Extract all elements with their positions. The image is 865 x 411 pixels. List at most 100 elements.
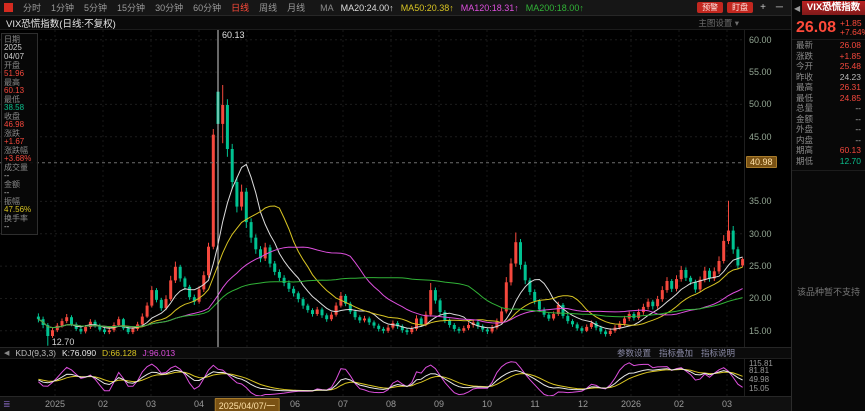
kdj-tick-label: 49.98 [749, 374, 770, 384]
period-tab[interactable]: 分时 [18, 1, 46, 14]
kdj-link[interactable]: 指标说明 [701, 347, 735, 359]
symbol-title: VIX恐慌指数(日线:不复权) [6, 18, 116, 30]
trading-app-window: 分时 1分钟 5分钟 15分钟 30分钟 60分钟 日线 周线 月线 MA MA20:24.00… [0, 0, 865, 411]
quote-stat-label: 最低 [796, 92, 814, 103]
period-tab[interactable]: 日线 [226, 1, 254, 14]
quote-stat-row: 涨跌 +1.85 [792, 51, 865, 62]
quote-stat-value: 26.08 [839, 40, 861, 50]
quote-panel: ◀ VIX恐慌指数 26.08 +1.85 +7.64% 最新 26.08 涨跌 +1… [792, 0, 865, 411]
svg-text:60.13: 60.13 [222, 30, 245, 40]
candlestick-chart[interactable]: 60.13 12.70 [0, 30, 745, 347]
info-row: 振幅 47.56% [4, 198, 35, 214]
period-tab[interactable]: 60分钟 [188, 1, 226, 14]
kdj-link[interactable]: 参数设置 [617, 347, 651, 359]
period-tab[interactable]: 周线 [254, 1, 282, 14]
quote-stat-row: 期低 12.70 [792, 156, 865, 167]
ma-value-label: MA200:18.00↑ [525, 2, 584, 13]
info-row-value: 38.58 [4, 103, 25, 112]
quote-stat-row: 最低 24.85 [792, 93, 865, 104]
unsupported-message: 该品种暂不支持 [796, 286, 860, 297]
quote-stat-label: 最高 [796, 82, 814, 92]
ma-prefix-label: MA [320, 2, 334, 13]
chart-settings-link[interactable]: 主图设置 ▾ [698, 17, 791, 29]
date-label: 07 [337, 399, 349, 409]
ma-indicator-labels: MA MA20:24.00↑ MA50:20.38↑ MA120:18.31↑ MA2… [320, 3, 584, 13]
quote-stat-value: 12.70 [839, 155, 861, 166]
info-row: 收盘 46.98 [4, 113, 35, 129]
indicator-prev-icon[interactable]: ◀ [4, 349, 9, 357]
quote-stat-row: 金额 -- [792, 114, 865, 125]
quote-stat-row: 今开 25.48 [792, 61, 865, 72]
quote-stat-value: 24.85 [839, 92, 861, 103]
kdj-chart[interactable] [0, 359, 745, 396]
last-price: 26.08 [796, 19, 837, 36]
toolbar-action-button[interactable]: 盯盘 [727, 2, 754, 13]
info-row-value: +1.67 [4, 137, 25, 146]
ma-value-label: MA20:24.00↑ [340, 2, 394, 13]
quote-stat-row: 昨收 24.23 [792, 72, 865, 83]
date-label: 06 [289, 399, 301, 409]
date-label: 12 [577, 399, 589, 409]
period-tab[interactable]: 1分钟 [46, 1, 79, 14]
price-tick-label: 15.00 [749, 325, 772, 336]
quote-stat-value: -- [855, 124, 861, 134]
date-axis: ≣ 2025 02 03 04 2025/04/07/一 06 07 08 09 10 11 12 20… [0, 396, 791, 411]
quote-stat-value: -- [855, 134, 861, 145]
kdj-chart-region: 115.81 81.81 49.98 15.05 [0, 359, 791, 396]
quote-stat-label: 涨跌 [796, 50, 814, 61]
quote-symbol-title[interactable]: VIX恐慌指数 [802, 1, 865, 15]
info-row-value: 46.98 [4, 120, 25, 129]
kdj-link[interactable]: 指标叠加 [659, 347, 693, 359]
info-row-value: 47.56% [4, 205, 32, 214]
price-change: +1.85 +7.64% [840, 19, 865, 37]
quote-stat-row: 内盘 -- [792, 135, 865, 146]
info-row-value: -- [4, 222, 10, 231]
kdj-d-value: D:66.128 [102, 348, 137, 358]
crosshair-price-label: 40.98 [746, 155, 777, 168]
back-icon[interactable]: ◀ [792, 4, 802, 13]
app-logo-icon [4, 3, 13, 12]
ma-value-label: MA50:20.38↑ [400, 2, 454, 13]
quote-stats-list: 最新 26.08 涨跌 +1.85 今开 25.48 昨收 24.23 最高 26.31 最低 24.… [792, 40, 865, 166]
period-tab[interactable]: 15分钟 [112, 1, 150, 14]
quote-stat-row: 最新 26.08 [792, 40, 865, 51]
kdj-label[interactable]: KDJ(9,3,3) [15, 348, 56, 358]
date-label: 09 [433, 399, 445, 409]
period-tab[interactable]: 5分钟 [79, 1, 112, 14]
crosshair-date-label: 2025/04/07/一 [214, 398, 280, 411]
quote-stat-value: 24.23 [839, 71, 861, 82]
quote-stat-value: +1.85 [839, 50, 861, 61]
chart-column: 分时 1分钟 5分钟 15分钟 30分钟 60分钟 日线 周线 月线 MA MA20:24.00… [0, 0, 792, 411]
info-row: 最低 38.58 [4, 96, 35, 112]
date-label: 08 [385, 399, 397, 409]
price-tick-label: 45.00 [749, 131, 772, 142]
info-row: 最高 60.13 [4, 79, 35, 95]
price-tick-label: 35.00 [749, 196, 772, 207]
kdj-axis: 115.81 81.81 49.98 15.05 [744, 359, 791, 396]
date-label: 2026 [620, 399, 642, 409]
period-tab[interactable]: 30分钟 [150, 1, 188, 14]
info-row: 开盘 51.96 [4, 62, 35, 78]
price-tick-label: 50.00 [749, 99, 772, 110]
toolbar: 分时 1分钟 5分钟 15分钟 30分钟 60分钟 日线 周线 月线 MA MA20:24.00… [0, 0, 791, 16]
info-row-value: 51.96 [4, 69, 25, 78]
quote-stat-label: 期低 [796, 155, 814, 166]
date-label: 10 [481, 399, 493, 409]
kdj-tick-label: 15.05 [749, 384, 770, 394]
ma-value-label: MA120:18.31↑ [460, 2, 519, 13]
axis-menu-icon[interactable]: ≣ [3, 399, 11, 410]
quote-stat-label: 外盘 [796, 124, 814, 134]
quote-stat-label: 内盘 [796, 134, 814, 145]
quote-stat-label: 今开 [796, 61, 814, 71]
period-tab[interactable]: 月线 [282, 1, 310, 14]
toolbar-action-button[interactable]: 预警 [697, 2, 724, 13]
info-row-value: -- [4, 188, 10, 197]
svg-text:12.70: 12.70 [52, 337, 75, 347]
price-tick-label: 25.00 [749, 261, 772, 272]
window-control-button[interactable]: ─ [773, 2, 786, 13]
window-control-button[interactable]: + [757, 2, 769, 13]
info-row: 涨跌 +1.67 [4, 130, 35, 146]
info-row-value: +3.68% [4, 154, 32, 163]
info-row: 日期 2025 04/07 [4, 36, 35, 61]
quote-stat-value: -- [855, 113, 861, 124]
